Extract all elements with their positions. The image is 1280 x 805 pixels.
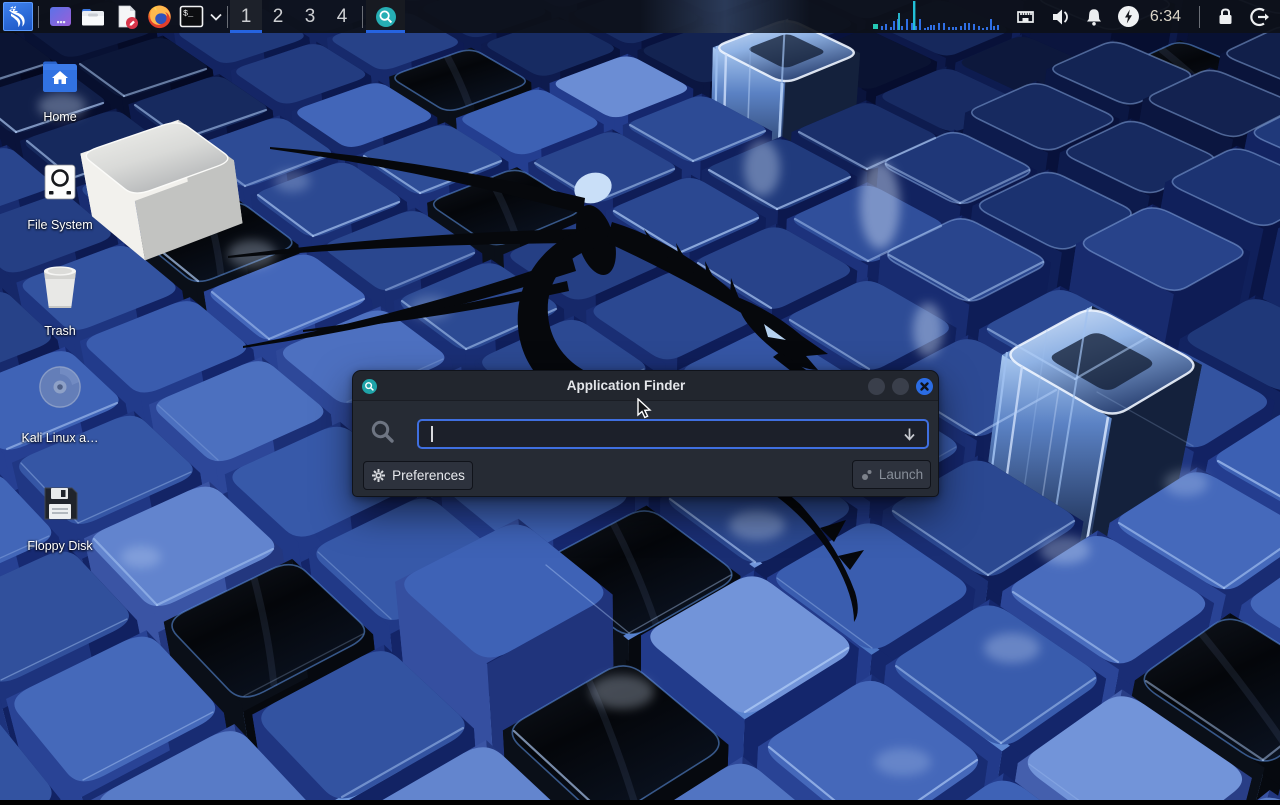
svg-text:$_: $_ [183, 9, 194, 19]
